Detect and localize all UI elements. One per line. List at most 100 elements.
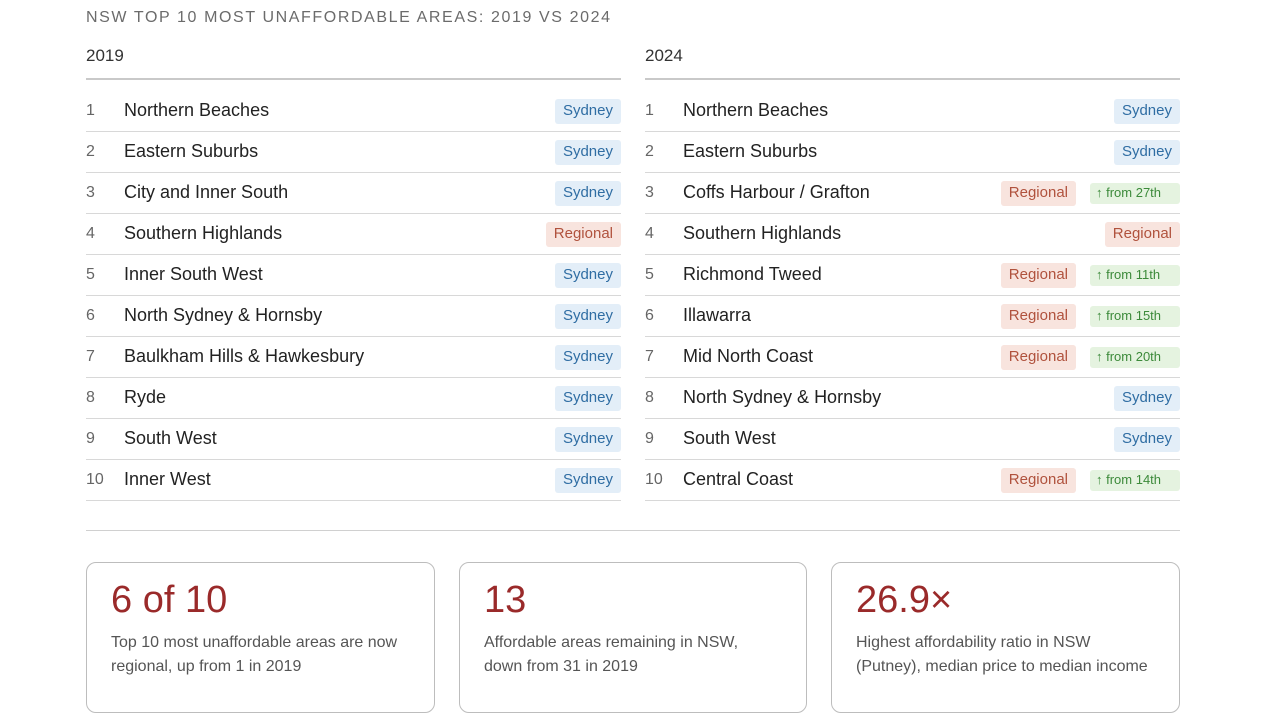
badge-group: Sydney — [554, 468, 621, 493]
rank-number: 3 — [645, 184, 654, 201]
list-item: 4 Southern Highlands Regional — [645, 215, 1180, 255]
list-item: 3 City and Inner South Sydney — [86, 174, 621, 214]
list-item: 8 North Sydney & Hornsby Sydney — [645, 379, 1180, 419]
rank-number: 7 — [86, 348, 95, 365]
list-item: 1 Northern Beaches Sydney — [86, 92, 621, 132]
rank-change-badge: ↑ from 14th — [1090, 470, 1180, 491]
rank-number: 10 — [645, 471, 663, 488]
rank-number: 8 — [645, 389, 654, 406]
area-name: Central Coast — [683, 469, 794, 489]
area-name: Southern Highlands — [683, 223, 842, 243]
column-heading: 2024 — [645, 45, 1180, 80]
regional-badge: Regional — [1104, 222, 1180, 247]
regional-badge: Regional — [1000, 304, 1076, 329]
rank-number: 8 — [86, 389, 95, 406]
stat-description: Affordable areas remaining in NSW, down … — [484, 631, 782, 679]
area-name: Eastern Suburbs — [124, 141, 259, 161]
area-name: Eastern Suburbs — [683, 141, 818, 161]
stat-description-line: down from 31 in 2019 — [484, 658, 638, 675]
sydney-badge: Sydney — [554, 99, 621, 124]
stat-card-highest-ratio: 26.9× Highest affordability ratio in NSW… — [831, 562, 1180, 713]
badge-group: Regional ↑ from 11th — [1000, 263, 1180, 288]
rank-number: 2 — [86, 143, 95, 160]
badge-group: Sydney — [1113, 427, 1180, 452]
badge-group: Sydney — [1113, 140, 1180, 165]
list-item: 6 North Sydney & Hornsby Sydney — [86, 297, 621, 337]
regional-badge: Regional — [1000, 263, 1076, 288]
rank-number: 9 — [86, 430, 95, 447]
rank-number: 9 — [645, 430, 654, 447]
area-name: North Sydney & Hornsby — [683, 387, 882, 407]
list-item: 2 Eastern Suburbs Sydney — [645, 133, 1180, 173]
badge-group: Sydney — [554, 427, 621, 452]
list-item: 5 Inner South West Sydney — [86, 256, 621, 296]
badge-group: Sydney — [554, 263, 621, 288]
sydney-badge: Sydney — [1113, 99, 1180, 124]
area-name: South West — [124, 428, 217, 448]
sydney-badge: Sydney — [554, 140, 621, 165]
area-name: Inner South West — [124, 264, 263, 284]
section-divider — [86, 530, 1180, 531]
list-item: 4 Southern Highlands Regional — [86, 215, 621, 255]
list-item: 6 Illawarra Regional ↑ from 15th — [645, 297, 1180, 337]
column-2019: 2019 1 Northern Beaches Sydney 2 Eastern Sub… — [86, 45, 621, 501]
stat-description: Top 10 most unaffordable areas are now r… — [111, 631, 410, 679]
rank-number: 6 — [645, 307, 654, 324]
sydney-badge: Sydney — [554, 263, 621, 288]
area-name: Mid North Coast — [683, 346, 814, 366]
badge-group: Regional ↑ from 15th — [1000, 304, 1180, 329]
rank-change-badge: ↑ from 15th — [1090, 306, 1180, 327]
badge-group: Sydney — [554, 99, 621, 124]
badge-group: Regional ↑ from 14th — [1000, 468, 1180, 493]
stat-description-line: Top 10 most unaffordable areas are now — [111, 634, 398, 651]
sydney-badge: Sydney — [1113, 386, 1180, 411]
badge-group: Sydney — [1113, 99, 1180, 124]
list-item: 7 Baulkham Hills & Hawkesbury Sydney — [86, 338, 621, 378]
list-item: 3 Coffs Harbour / Grafton Regional ↑ from 2… — [645, 174, 1180, 214]
stat-description-line: (Putney), median price to median income — [856, 658, 1148, 675]
sydney-badge: Sydney — [554, 304, 621, 329]
list-item: 9 South West Sydney — [86, 420, 621, 460]
stat-description-line: Highest affordability ratio in NSW — [856, 634, 1091, 651]
list-item: 2 Eastern Suburbs Sydney — [86, 133, 621, 173]
list-item: 1 Northern Beaches Sydney — [645, 92, 1180, 132]
regional-badge: Regional — [1000, 181, 1076, 206]
rank-number: 4 — [645, 225, 654, 242]
badge-group: Sydney — [554, 386, 621, 411]
list-item: 10 Central Coast Regional ↑ from 14th — [645, 461, 1180, 501]
area-name: Inner West — [124, 469, 211, 489]
badge-group: Regional — [1104, 222, 1180, 247]
stat-card-regional-share: 6 of 10 Top 10 most unaffordable areas a… — [86, 562, 435, 713]
rank-number: 5 — [86, 266, 95, 283]
sydney-badge: Sydney — [554, 181, 621, 206]
column-heading: 2019 — [86, 45, 621, 80]
area-name: Illawarra — [683, 305, 752, 325]
badge-group: Sydney — [554, 181, 621, 206]
rank-number: 10 — [86, 471, 104, 488]
area-name: North Sydney & Hornsby — [124, 305, 323, 325]
rank-number: 1 — [645, 102, 654, 119]
sydney-badge: Sydney — [554, 345, 621, 370]
page-title: NSW TOP 10 MOST UNAFFORDABLE AREAS: 2019… — [86, 9, 612, 26]
area-name: Ryde — [124, 387, 167, 407]
stat-card-affordable-areas: 13 Affordable areas remaining in NSW, do… — [459, 562, 807, 713]
rank-change-badge: ↑ from 27th — [1090, 183, 1180, 204]
badge-group: Sydney — [1113, 386, 1180, 411]
area-name: Coffs Harbour / Grafton — [683, 182, 870, 202]
rank-number: 3 — [86, 184, 95, 201]
rank-number: 5 — [645, 266, 654, 283]
rank-number: 4 — [86, 225, 95, 242]
badge-group: Regional ↑ from 27th — [1000, 181, 1180, 206]
list-item: 8 Ryde Sydney — [86, 379, 621, 419]
ranking-list-2019: 1 Northern Beaches Sydney 2 Eastern Suburbs S… — [86, 92, 621, 501]
rank-change-badge: ↑ from 11th — [1090, 265, 1180, 286]
area-name: Northern Beaches — [683, 100, 829, 120]
rank-number: 2 — [645, 143, 654, 160]
stat-value: 6 of 10 — [111, 579, 228, 621]
rank-number: 1 — [86, 102, 95, 119]
regional-badge: Regional — [1000, 345, 1076, 370]
area-name: Baulkham Hills & Hawkesbury — [124, 346, 365, 366]
sydney-badge: Sydney — [554, 386, 621, 411]
area-name: Southern Highlands — [124, 223, 283, 243]
list-item: 5 Richmond Tweed Regional ↑ from 11th — [645, 256, 1180, 296]
